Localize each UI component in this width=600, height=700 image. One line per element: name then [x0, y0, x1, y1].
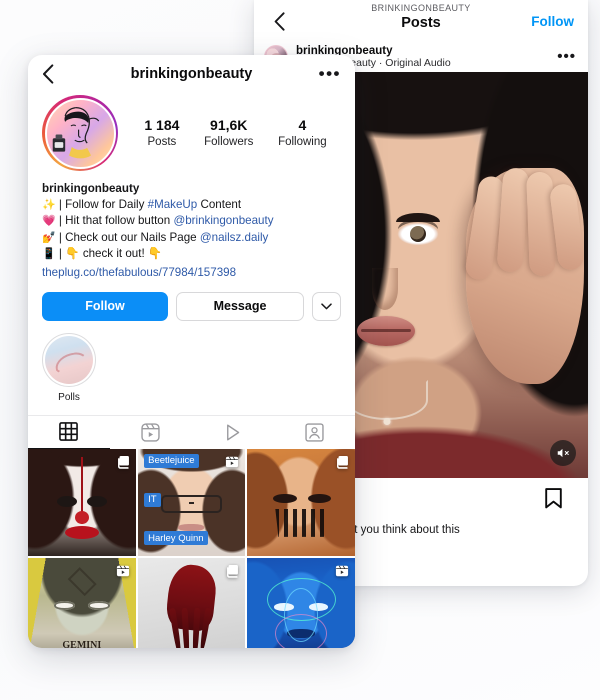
message-button[interactable]: Message	[176, 291, 304, 321]
subject-right-eye	[396, 213, 440, 246]
bio-text: | Follow for Daily	[55, 197, 148, 211]
page-title: brinkingonbeauty	[130, 66, 253, 82]
post-bloody-hand[interactable]	[137, 558, 246, 648]
chevron-down-icon[interactable]	[312, 291, 341, 321]
avatar-illustration	[52, 106, 99, 158]
back-button[interactable]	[268, 10, 290, 32]
reels-icon	[226, 456, 239, 467]
post-detail-follow-button[interactable]: Follow	[531, 14, 574, 29]
post-blue-neon-face[interactable]	[247, 558, 355, 648]
profile-post-grid: Beetlejuice IT Harley Quinn GEMINI	[28, 448, 355, 648]
bio-emoji: 💗	[42, 215, 56, 228]
more-horizontal-icon[interactable]: •••	[319, 65, 341, 82]
profile-stats: 1 184 Posts 91,6K Followers 4 Following	[118, 116, 339, 150]
overlay-label: Beetlejuice	[144, 453, 199, 468]
reels-icon	[335, 565, 349, 577]
profile-card: brinkingonbeauty ••• 1 184 Posts 91,6K F…	[28, 55, 355, 648]
bio-display-name: brinkingonbeauty	[42, 182, 140, 195]
bio-text: | Hit that follow button	[55, 214, 174, 228]
tab-tagged[interactable]	[273, 416, 355, 449]
bio-line: 💅 | Check out our Nails Page @nailsz.dai…	[42, 230, 341, 247]
profile-grid-clip: Beetlejuice IT Harley Quinn GEMINI	[28, 448, 355, 648]
follow-button[interactable]: Follow	[42, 291, 168, 321]
post-detail-topbar: BRINKINGONBEAUTY Posts Follow	[254, 0, 588, 42]
post-gemini-basilisk[interactable]: GEMINI the basilisk	[28, 558, 136, 648]
stat-value: 4	[298, 117, 307, 133]
stat-value: 1 184	[144, 117, 180, 133]
stat-following[interactable]: 4 Following	[278, 116, 327, 150]
profile-avatar[interactable]	[42, 95, 118, 171]
more-horizontal-icon[interactable]: •••	[557, 49, 576, 64]
profile-header-row: 1 184 Posts 91,6K Followers 4 Following	[28, 93, 355, 171]
bio-mention[interactable]: @nailsz.daily	[200, 231, 268, 244]
bio-line: 💗 | Hit that follow button @brinkingonbe…	[42, 213, 341, 230]
profile-bio: brinkingonbeauty ✨ | Follow for Daily #M…	[28, 171, 355, 281]
overlay-label: Harley Quinn	[144, 531, 208, 546]
back-button[interactable]	[42, 64, 54, 84]
stat-posts[interactable]: 1 184 Posts	[144, 116, 179, 150]
carousel-icon	[227, 565, 239, 578]
bio-mention[interactable]: @brinkingonbeauty	[173, 214, 273, 227]
stat-label: Posts	[147, 136, 177, 148]
bio-line: 📱 | 👇 check it out! 👇	[42, 246, 341, 263]
tab-reels[interactable]	[110, 416, 192, 449]
bio-line: ✨ | Follow for Daily #MakeUp Content	[42, 197, 341, 214]
post-overlay-caption: GEMINI the basilisk	[62, 639, 102, 648]
stat-label: Following	[278, 136, 327, 148]
bio-emoji: 📱	[42, 248, 56, 261]
post-orange-teeth-makeup[interactable]	[247, 448, 355, 557]
bio-emoji: ✨	[42, 198, 56, 211]
bio-text: | Check out our Nails Page	[55, 230, 200, 244]
tab-grid[interactable]	[28, 416, 110, 449]
highlight-label: Polls	[58, 391, 80, 403]
speaker-muted-icon[interactable]	[550, 440, 576, 466]
bio-text: | 👇 check it out! 👇	[55, 247, 163, 261]
overlay-label: IT	[144, 492, 161, 507]
bio-text: Content	[197, 197, 242, 211]
bio-emoji: 💅	[42, 231, 56, 244]
carousel-icon	[337, 455, 348, 469]
highlight-polls[interactable]: Polls	[42, 332, 96, 403]
bookmark-icon[interactable]	[545, 488, 562, 514]
post-clown-makeup[interactable]	[28, 448, 136, 557]
reels-icon	[116, 565, 129, 577]
bio-website-link[interactable]: theplug.co/thefabulous/77984/157398	[42, 265, 236, 281]
profile-action-buttons: Follow Message	[28, 281, 355, 321]
screenshot-stage: BRINKINGONBEAUTY Posts Follow brinkingon…	[0, 0, 600, 700]
bio-hashtag[interactable]: #MakeUp	[148, 198, 198, 211]
subject-hand	[464, 167, 586, 384]
subject-necklace	[346, 380, 428, 420]
story-highlights: Polls	[28, 321, 355, 403]
subject-nose	[372, 268, 398, 310]
stat-value: 91,6K	[210, 117, 248, 133]
subject-lips	[357, 316, 415, 346]
stat-followers[interactable]: 91,6K Followers	[204, 116, 253, 150]
carousel-icon	[117, 455, 129, 469]
post-detail-kicker: BRINKINGONBEAUTY	[371, 3, 471, 13]
highlight-cover[interactable]	[42, 332, 96, 387]
profile-tabs	[28, 414, 355, 449]
post-beetlejuice-it-harley[interactable]: Beetlejuice IT Harley Quinn	[137, 448, 246, 557]
stat-label: Followers	[204, 136, 254, 148]
tab-igtv[interactable]	[192, 416, 274, 449]
profile-topbar: brinkingonbeauty •••	[28, 55, 355, 93]
